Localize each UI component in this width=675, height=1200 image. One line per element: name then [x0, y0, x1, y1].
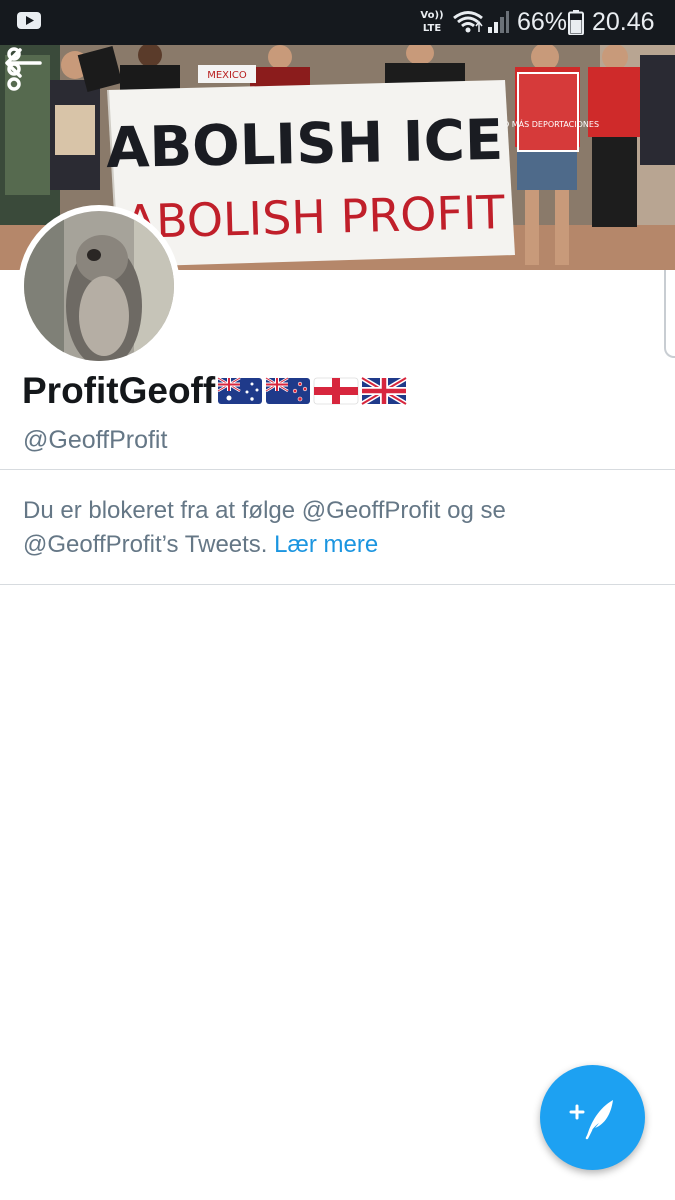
profile-display-name: ProfitGeoff	[22, 366, 408, 416]
profile-handle: @GeoffProfit	[23, 426, 168, 454]
union-jack-flag-icon	[361, 375, 408, 407]
battery-icon	[568, 10, 584, 35]
compose-tweet-button[interactable]	[540, 1065, 645, 1170]
scroll-edge	[664, 270, 675, 358]
england-flag-icon	[313, 377, 359, 405]
blocked-notice: Du er blokeret fra at følge @GeoffProfit…	[23, 494, 653, 562]
new-zealand-flag-icon	[265, 376, 311, 404]
avatar[interactable]	[18, 205, 180, 367]
display-name-text: ProfitGeoff	[22, 370, 216, 411]
side-protest-sign: MEXICO	[207, 70, 247, 81]
clock: 20.46	[592, 8, 655, 36]
small-protest-sign: NO MÁS DEPORTACIONES	[497, 118, 599, 129]
divider	[0, 584, 675, 585]
australia-flag-icon	[217, 376, 263, 404]
battery-percentage: 66%	[517, 8, 568, 36]
learn-more-link[interactable]: Lær mere	[274, 531, 378, 558]
flag-emojis	[217, 375, 408, 407]
divider	[0, 469, 675, 470]
blocked-message: Du er blokeret fra at følge @GeoffProfit…	[23, 497, 506, 558]
status-bar: Vo)) LTE 66% 20.46	[0, 0, 675, 45]
signal-strength-icon	[488, 11, 509, 33]
wifi-icon	[453, 11, 483, 33]
compose-tweet-icon	[569, 1100, 613, 1140]
youtube-notification-icon	[17, 12, 41, 29]
banner-sub-text: ABOLISH PROFIT	[124, 185, 506, 249]
volte-indicator: Vo)) LTE	[420, 10, 444, 34]
more-vertical-icon[interactable]	[0, 45, 28, 93]
banner-main-text: ABOLISH ICE	[105, 108, 503, 181]
